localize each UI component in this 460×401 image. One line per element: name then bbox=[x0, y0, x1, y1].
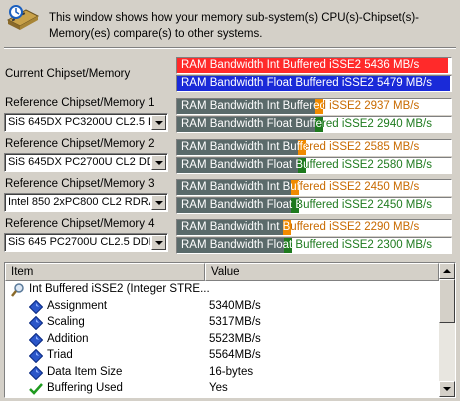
bar-text-on-fill: RAM Bandwidth Int Buffered iSSE2 2937 MB… bbox=[181, 100, 324, 112]
bar-fill: RAM Bandwidth Float Buffered iSSE2 2300 … bbox=[177, 238, 292, 253]
reference-4-selected-value: SiS 645 PC2700U CL2.5 DDR ( bbox=[8, 236, 150, 248]
reference-1-selected-value: SiS 645DX PC3200U CL2.5 DDR bbox=[8, 116, 150, 128]
current-chipset-label: Current Chipset/Memory bbox=[5, 68, 131, 80]
reference-1-label: Reference Chipset/Memory 1 bbox=[5, 97, 155, 109]
list-item-label: Data Item Size bbox=[47, 365, 123, 378]
scroll-down-button[interactable] bbox=[439, 381, 455, 397]
reference-3-float-bandwidth-bar: RAM Bandwidth Float Buffered iSSE2 2450 … bbox=[176, 197, 452, 214]
bar-text-on-fill: RAM Bandwidth Float Buffered iSSE2 2450 … bbox=[181, 199, 299, 211]
bar-fill: RAM Bandwidth Float Buffered iSSE2 2940 … bbox=[177, 117, 324, 132]
blue-diamond-icon bbox=[28, 315, 44, 331]
list-item-value: 5317MB/s bbox=[209, 316, 261, 328]
bar-text-on-fill: RAM Bandwidth Int Buffered iSSE2 2585 MB… bbox=[181, 141, 306, 153]
chevron-down-icon[interactable] bbox=[151, 235, 166, 250]
bar-fill: RAM Bandwidth Int Buffered iSSE2 2450 MB… bbox=[177, 180, 300, 195]
blue-diamond-icon bbox=[28, 299, 44, 314]
reference-3-select[interactable]: Intel 850 2xPC800 CL2 RDRAM bbox=[4, 193, 168, 212]
column-header-item[interactable]: Item bbox=[5, 263, 205, 281]
chevron-down-icon[interactable] bbox=[151, 115, 166, 130]
reference-2-int-bandwidth-bar: RAM Bandwidth Int Buffered iSSE2 2585 MB… bbox=[176, 139, 452, 156]
list-item-value: 5564MB/s bbox=[209, 349, 261, 361]
bar-fill: RAM Bandwidth Float Buffered iSSE2 2450 … bbox=[177, 198, 300, 213]
list-item[interactable]: Buffering Used Yes bbox=[5, 381, 439, 397]
reference-4-float-bandwidth-bar: RAM Bandwidth Float Buffered iSSE2 2300 … bbox=[176, 237, 452, 254]
list-item[interactable]: Data Item Size 16-bytes bbox=[5, 365, 439, 382]
list-item-value: 16-bytes bbox=[209, 365, 254, 378]
bar-text-on-fill: RAM Bandwidth Float Buffered iSSE2 2940 … bbox=[181, 118, 323, 130]
bar-text-on-fill: RAM Bandwidth Int Buffered iSSE2 2290 MB… bbox=[181, 221, 291, 233]
column-header-value[interactable]: Value bbox=[205, 263, 439, 281]
bar-fill: RAM Bandwidth Int Buffered iSSE2 2937 MB… bbox=[177, 99, 324, 114]
list-item-label: Scaling bbox=[47, 316, 85, 328]
reference-2-selected-value: SiS 645DX PC2700U CL2 DDR bbox=[8, 156, 150, 168]
bar-fill: RAM Bandwidth Int Buffered iSSE2 2290 MB… bbox=[177, 220, 292, 235]
chevron-down-icon[interactable] bbox=[151, 155, 166, 170]
list-item[interactable]: Assignment 5340MB/s bbox=[5, 299, 439, 316]
blue-diamond-icon bbox=[28, 348, 44, 364]
reference-1-select[interactable]: SiS 645DX PC3200U CL2.5 DDR bbox=[4, 113, 168, 132]
list-item[interactable]: Int Buffered iSSE2 (Integer STRE... bbox=[5, 282, 439, 299]
bar-text-on-fill: RAM Bandwidth Float Buffered iSSE2 2580 … bbox=[181, 159, 306, 171]
scroll-up-button[interactable] bbox=[439, 263, 455, 279]
search-icon bbox=[11, 283, 25, 297]
header-description: This window shows how your memory sub-sy… bbox=[49, 12, 419, 40]
reference-1-int-bandwidth-bar: RAM Bandwidth Int Buffered iSSE2 2937 MB… bbox=[176, 98, 452, 115]
current-int-text: RAM Bandwidth Int Buffered iSSE2 5436 MB… bbox=[181, 59, 420, 71]
list-item[interactable]: Scaling 5317MB/s bbox=[5, 315, 439, 332]
results-list[interactable]: Item Value Int Buffered iSSE2 (Integer S… bbox=[4, 262, 456, 398]
bar-fill: RAM Bandwidth Int Buffered iSSE2 2585 MB… bbox=[177, 140, 306, 155]
list-item-value: 5523MB/s bbox=[209, 332, 261, 345]
list-item-label: Buffering Used bbox=[47, 382, 123, 394]
header-divider bbox=[4, 47, 456, 49]
reference-2-float-bandwidth-bar: RAM Bandwidth Float Buffered iSSE2 2580 … bbox=[176, 157, 452, 174]
chevron-down-icon[interactable] bbox=[151, 195, 166, 210]
list-item-value: Yes bbox=[209, 382, 228, 394]
bar-fill: RAM Bandwidth Float Buffered iSSE2 2580 … bbox=[177, 158, 306, 173]
reference-2-label: Reference Chipset/Memory 2 bbox=[5, 138, 155, 150]
list-item[interactable]: Addition 5523MB/s bbox=[5, 332, 439, 349]
memory-benchmark-icon bbox=[6, 4, 40, 34]
list-item-value: 5340MB/s bbox=[209, 299, 261, 312]
reference-1-float-bandwidth-bar: RAM Bandwidth Float Buffered iSSE2 2940 … bbox=[176, 116, 452, 133]
list-item-label: Triad bbox=[47, 349, 73, 361]
bar-text-on-fill: RAM Bandwidth Float Buffered iSSE2 2300 … bbox=[181, 239, 292, 251]
current-float-bandwidth-bar: RAM Bandwidth Float Buffered iSSE2 5479 … bbox=[176, 75, 452, 92]
reference-4-select[interactable]: SiS 645 PC2700U CL2.5 DDR ( bbox=[4, 233, 168, 252]
current-int-bandwidth-bar: RAM Bandwidth Int Buffered iSSE2 5436 MB… bbox=[176, 57, 452, 74]
vertical-scrollbar[interactable] bbox=[439, 263, 455, 397]
list-item[interactable]: Triad 5564MB/s bbox=[5, 348, 439, 365]
scroll-thumb[interactable] bbox=[439, 279, 455, 323]
current-float-text: RAM Bandwidth Float Buffered iSSE2 5479 … bbox=[181, 77, 433, 89]
reference-4-int-bandwidth-bar: RAM Bandwidth Int Buffered iSSE2 2290 MB… bbox=[176, 219, 452, 236]
reference-4-label: Reference Chipset/Memory 4 bbox=[5, 218, 155, 230]
blue-diamond-icon bbox=[28, 365, 44, 380]
reference-2-select[interactable]: SiS 645DX PC2700U CL2 DDR bbox=[4, 153, 168, 172]
bar-text-on-fill: RAM Bandwidth Int Buffered iSSE2 2450 MB… bbox=[181, 181, 299, 193]
green-check-icon bbox=[29, 382, 43, 396]
reference-3-label: Reference Chipset/Memory 3 bbox=[5, 178, 155, 190]
list-item-label: Int Buffered iSSE2 (Integer STRE... bbox=[29, 283, 210, 295]
reference-3-selected-value: Intel 850 2xPC800 CL2 RDRAM bbox=[8, 196, 150, 208]
blue-diamond-icon bbox=[28, 332, 44, 347]
reference-3-int-bandwidth-bar: RAM Bandwidth Int Buffered iSSE2 2450 MB… bbox=[176, 179, 452, 196]
list-item-label: Addition bbox=[47, 332, 89, 345]
list-item-label: Assignment bbox=[47, 299, 108, 312]
